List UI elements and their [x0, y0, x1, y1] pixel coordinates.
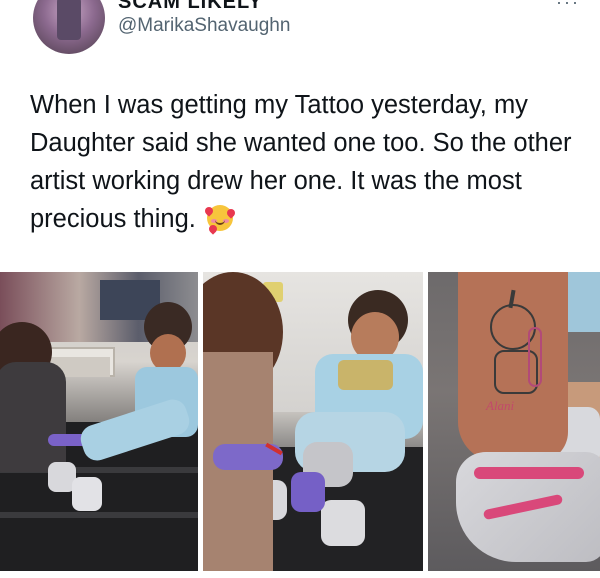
avatar-body-shape [57, 0, 81, 40]
drawing-caption: Alani [486, 398, 515, 413]
tweet-header: SCAM LIKELY @MarikaShavaughn ··· [0, 0, 600, 60]
more-options-icon[interactable]: ··· [556, 0, 580, 13]
tattoo-parlor-photo-middle[interactable] [203, 272, 423, 571]
user-handle[interactable]: @MarikaShavaughn [118, 15, 290, 37]
tweet-body: When I was getting my Tattoo yesterday, … [30, 91, 572, 233]
tweet-text: When I was getting my Tattoo yesterday, … [30, 86, 590, 238]
tattoo-parlor-photo-left[interactable] [0, 272, 198, 571]
avatar[interactable] [33, 0, 105, 54]
leg-drawing-closeup-photo[interactable]: Alani [428, 272, 600, 571]
display-name[interactable]: SCAM LIKELY [118, 0, 263, 14]
tweet-media-grid: Alani [0, 272, 600, 578]
smiling-face-with-hearts-icon [203, 205, 237, 235]
